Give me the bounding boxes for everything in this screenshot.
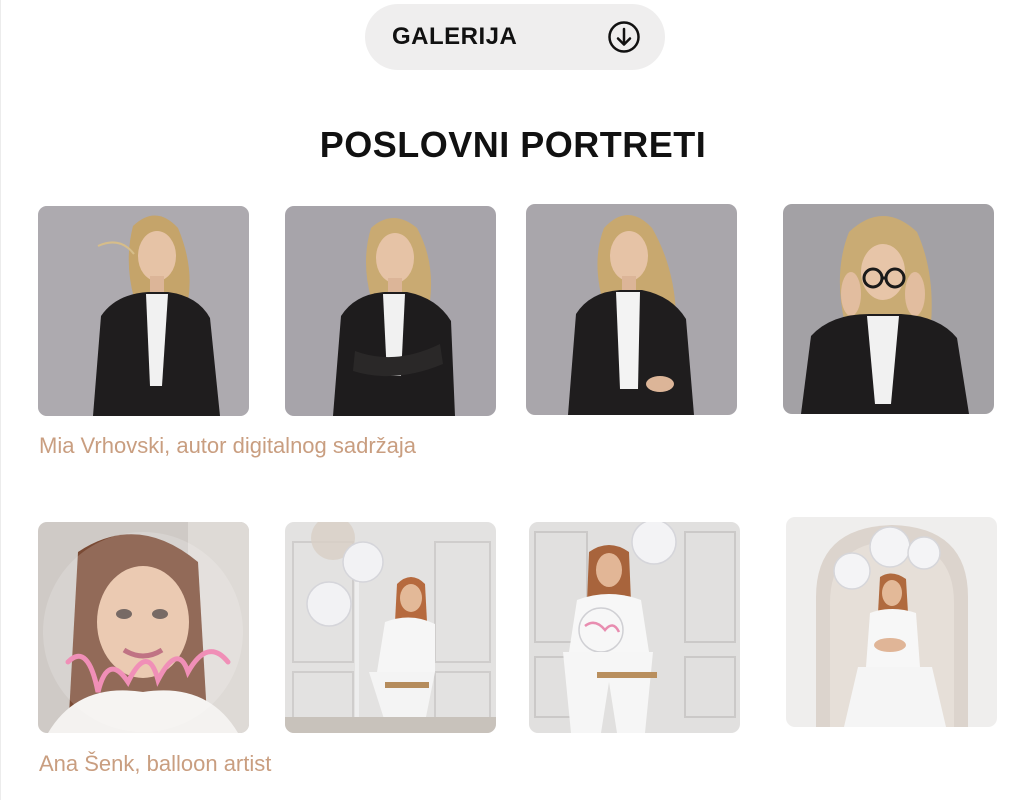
gallery-button[interactable]: GALERIJA <box>365 4 665 70</box>
section-title: POSLOVNI PORTRETI <box>319 124 707 165</box>
portrait-photo[interactable] <box>783 204 994 414</box>
portrait-photo[interactable] <box>529 522 740 733</box>
portrait-photo[interactable] <box>786 517 997 727</box>
arrow-down-circle-icon <box>608 21 640 53</box>
portrait-photo[interactable] <box>285 206 496 416</box>
portrait-photo[interactable] <box>38 206 249 416</box>
caption-group-2: Ana Šenk, balloon artist <box>39 751 272 776</box>
caption-group-1: Mia Vrhovski, autor digitalnog sadržaja <box>39 433 417 458</box>
portrait-photo[interactable] <box>285 522 496 733</box>
portrait-photo[interactable] <box>38 522 249 733</box>
gallery-button-label: GALERIJA <box>392 23 518 50</box>
page: GALERIJA POSLOVNI PORTRETI Mia Vrhovski,… <box>0 0 1024 800</box>
portrait-photo[interactable] <box>526 204 737 415</box>
